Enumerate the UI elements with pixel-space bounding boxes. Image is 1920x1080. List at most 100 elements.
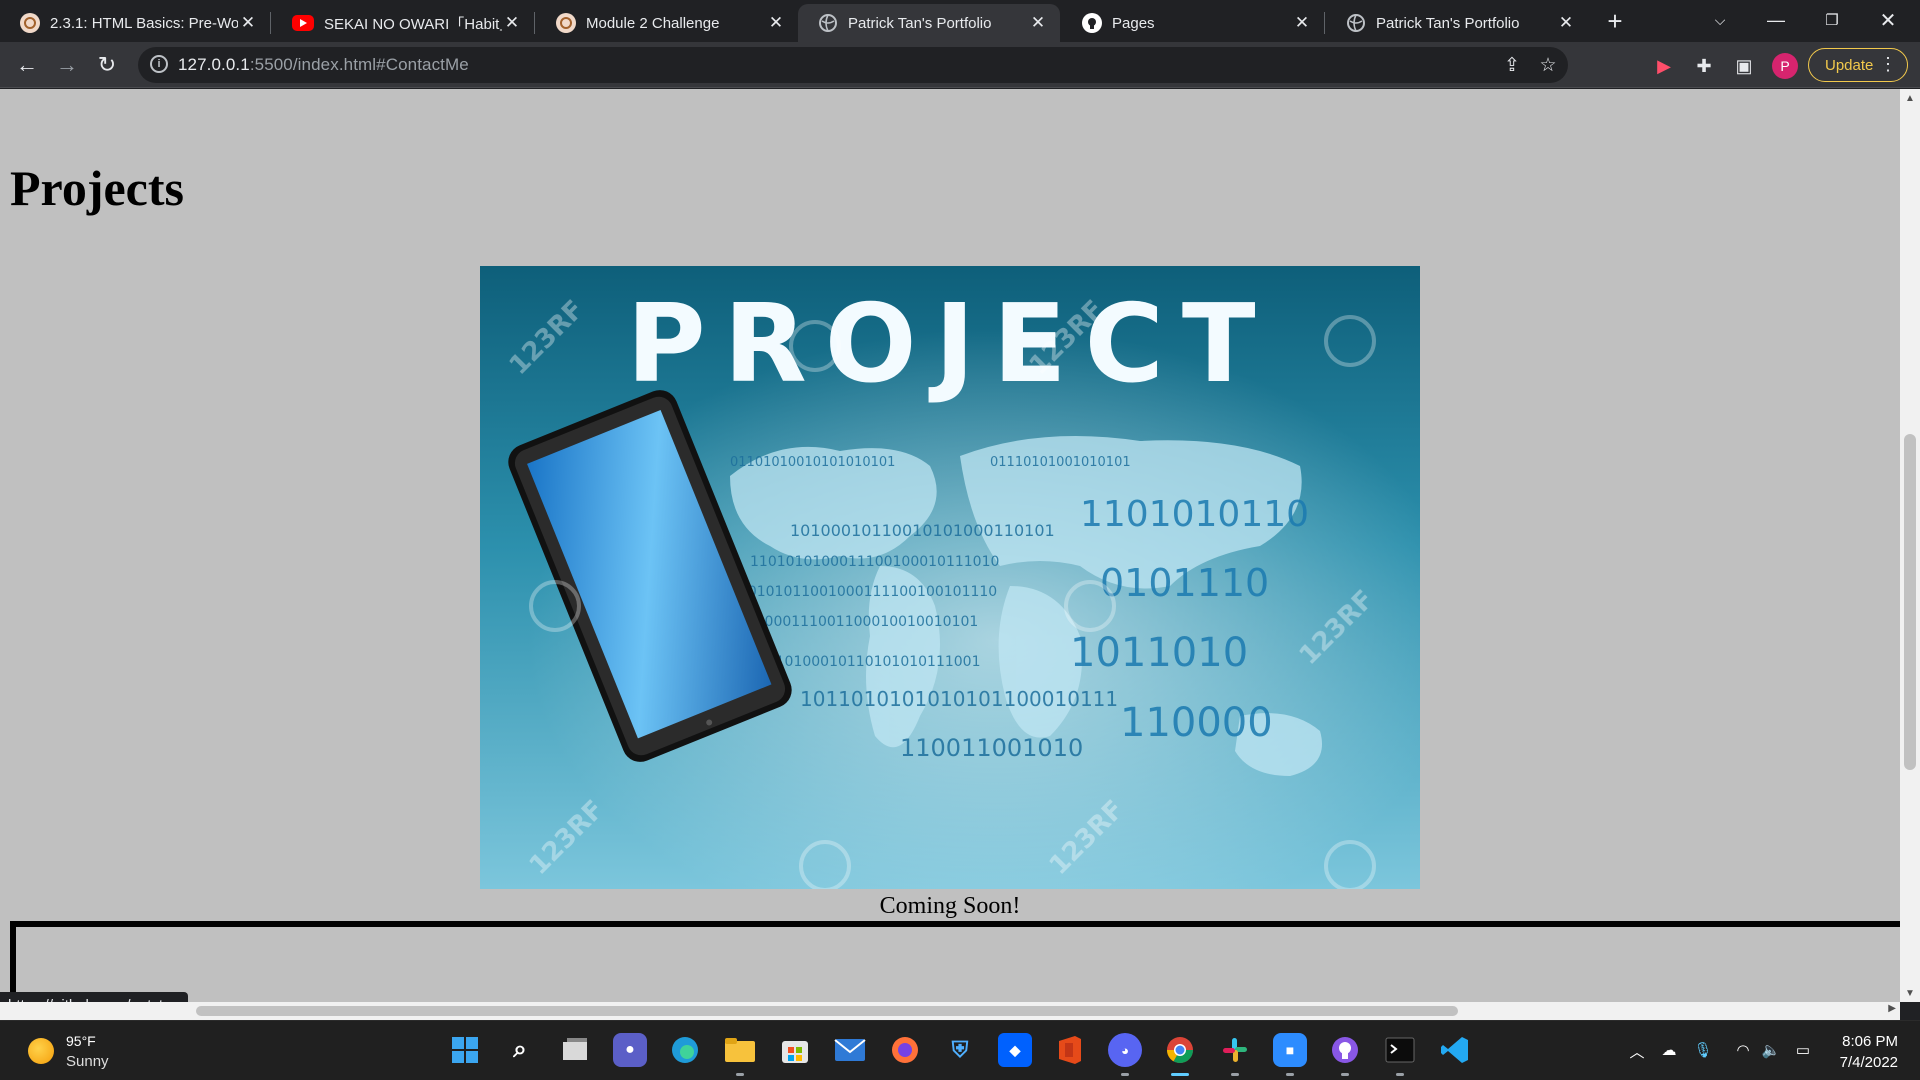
restore-button[interactable]: ❐ <box>1804 0 1860 40</box>
mail-icon[interactable] <box>833 1033 867 1067</box>
battery-icon[interactable]: ▭ <box>1792 1041 1814 1059</box>
vscode-icon[interactable] <box>1438 1033 1472 1067</box>
file-explorer-icon[interactable] <box>723 1033 757 1067</box>
search-icon[interactable]: ⌕ <box>503 1033 537 1067</box>
teams-chat-icon[interactable]: ● <box>613 1033 647 1067</box>
close-icon[interactable]: ✕ <box>502 13 522 33</box>
weather-temperature[interactable]: 95°F <box>66 1033 96 1049</box>
project-caption: Coming Soon! <box>879 893 1021 919</box>
tab-portfolio-active[interactable]: Patrick Tan's Portfolio ✕ <box>798 4 1060 42</box>
url-text[interactable]: 127.0.0.1:5500/index.html#ContactMe <box>178 55 469 75</box>
start-windows-icon[interactable] <box>448 1033 482 1067</box>
svg-text:10100010110010101000110101: 10100010110010101000110101 <box>790 521 1055 540</box>
office-icon[interactable] <box>1053 1033 1087 1067</box>
terminal-icon[interactable] <box>1383 1033 1417 1067</box>
svg-text:010101011001000111100100101110: 010101011001000111100100101110 <box>730 584 997 600</box>
site-info-icon[interactable]: i <box>150 55 168 73</box>
minimize-button[interactable]: — <box>1748 0 1804 40</box>
tab-title: Patrick Tan's Portfolio <box>848 14 992 32</box>
back-button[interactable]: ← <box>10 48 44 82</box>
github-icon <box>1082 13 1102 33</box>
svg-text:1011010101010101100010111: 1011010101010101100010111 <box>800 687 1118 711</box>
weather-sun-icon[interactable] <box>28 1038 54 1064</box>
task-view-icon[interactable] <box>558 1033 592 1067</box>
windows-taskbar: 95°F Sunny ⌕ ● ⛨ ◆ ◕ ■ ︿ ☁ 🎙 ◠ 🔈 ▭ 8:06 … <box>0 1020 1920 1080</box>
discord-icon[interactable]: ◕ <box>1108 1033 1142 1067</box>
contact-section <box>10 921 1900 1002</box>
update-button[interactable]: Update ⋮ <box>1808 48 1908 82</box>
close-icon[interactable]: ✕ <box>1028 13 1048 33</box>
page-title: Projects <box>10 160 184 216</box>
svg-text:1101010110: 1101010110 <box>1080 494 1309 535</box>
close-icon[interactable]: ✕ <box>238 13 258 33</box>
project-image: 01101010010101010101 01110101001010101 1… <box>480 266 1420 889</box>
clock-date[interactable]: 7/4/2022 <box>1840 1054 1898 1071</box>
close-window-button[interactable]: ✕ <box>1860 0 1916 40</box>
show-hidden-icons-chevron[interactable]: ︿ <box>1626 1041 1648 1062</box>
onedrive-cloud-icon[interactable]: ☁ <box>1658 1041 1680 1059</box>
link-status-tooltip: https://github.com/patctan <box>0 992 188 1002</box>
microsoft-store-icon[interactable] <box>778 1033 812 1067</box>
active-app-indicator <box>1171 1073 1189 1076</box>
firefox-icon[interactable] <box>888 1033 922 1067</box>
svg-text:110011001010: 110011001010 <box>900 734 1083 762</box>
tab-title: Pages <box>1112 14 1155 32</box>
more-menu-icon[interactable]: ⋮ <box>1879 54 1897 74</box>
screen-recorder-extension-icon[interactable]: ▶ <box>1652 54 1676 78</box>
tab-title: Module 2 Challenge <box>586 14 720 32</box>
share-icon[interactable]: ⇪ <box>1500 53 1524 77</box>
scroll-up-arrow[interactable]: ▲ <box>1900 91 1920 107</box>
globe-icon <box>818 13 838 33</box>
forward-button[interactable]: → <box>50 48 84 82</box>
reload-button[interactable]: ↻ <box>90 48 124 82</box>
bitwarden-shield-icon[interactable]: ⛨ <box>943 1033 977 1067</box>
address-bar[interactable]: i 127.0.0.1:5500/index.html#ContactMe ⇪ … <box>138 47 1568 83</box>
dropbox-icon[interactable]: ◆ <box>998 1033 1032 1067</box>
tab-youtube[interactable]: SEKAI NO OWARI「Habit」- ✕ <box>272 4 534 42</box>
extensions-puzzle-icon[interactable]: ✚ <box>1692 54 1716 78</box>
github-desktop-icon[interactable] <box>1328 1033 1362 1067</box>
zoom-icon[interactable]: ■ <box>1273 1033 1307 1067</box>
horizontal-scrollbar[interactable]: ▶ <box>0 1002 1900 1020</box>
bookmark-star-icon[interactable]: ☆ <box>1536 53 1560 77</box>
page-viewport: Projects 01101010010101010101 0111010100… <box>0 89 1900 1002</box>
close-icon[interactable]: ✕ <box>1292 13 1312 33</box>
svg-text:01101010010101010101: 01101010010101010101 <box>730 455 895 470</box>
tab-separator <box>1324 12 1325 34</box>
profile-avatar[interactable]: P <box>1772 53 1798 79</box>
tab-portfolio-2[interactable]: Patrick Tan's Portfolio ✕ <box>1326 4 1588 42</box>
horizontal-scroll-thumb[interactable] <box>196 1006 1458 1016</box>
tab-separator <box>270 12 271 34</box>
youtube-icon <box>292 15 314 31</box>
side-panel-icon[interactable]: ▣ <box>1732 54 1756 78</box>
microphone-icon[interactable]: 🎙 <box>1692 1041 1714 1059</box>
canvas-icon <box>20 13 40 33</box>
running-indicator <box>736 1073 744 1076</box>
close-icon[interactable]: ✕ <box>1556 13 1576 33</box>
tab-module-2[interactable]: Module 2 Challenge ✕ <box>536 4 798 42</box>
chrome-icon[interactable] <box>1163 1033 1197 1067</box>
running-indicator <box>1341 1073 1349 1076</box>
new-tab-button[interactable]: + <box>1598 6 1632 37</box>
svg-text:01110101001010101: 01110101001010101 <box>990 455 1131 470</box>
weather-condition[interactable]: Sunny <box>66 1053 109 1070</box>
tab-search-button[interactable]: ⌵ <box>1692 0 1748 40</box>
scroll-right-arrow[interactable]: ▶ <box>1888 1003 1896 1014</box>
running-indicator <box>1396 1073 1404 1076</box>
update-label: Update <box>1825 56 1874 74</box>
clock-time[interactable]: 8:06 PM <box>1842 1033 1898 1050</box>
vertical-scroll-thumb[interactable] <box>1904 434 1916 770</box>
edge-icon[interactable] <box>668 1033 702 1067</box>
image-title-text: PROJECT <box>626 282 1273 407</box>
close-icon[interactable]: ✕ <box>766 13 786 33</box>
scroll-down-arrow[interactable]: ▼ <box>1900 986 1920 1002</box>
slack-icon[interactable] <box>1218 1033 1252 1067</box>
svg-text:0101110: 0101110 <box>1100 561 1269 605</box>
vertical-scrollbar[interactable]: ▲ ▼ <box>1900 89 1920 1002</box>
tab-html-basics[interactable]: 2.3.1: HTML Basics: Pre-Wor ✕ <box>0 4 270 42</box>
running-indicator <box>1121 1073 1129 1076</box>
wifi-icon[interactable]: ◠ <box>1732 1041 1754 1059</box>
tab-github-pages[interactable]: Pages ✕ <box>1062 4 1324 42</box>
globe-icon <box>1346 13 1366 33</box>
volume-icon[interactable]: 🔈 <box>1760 1041 1782 1059</box>
